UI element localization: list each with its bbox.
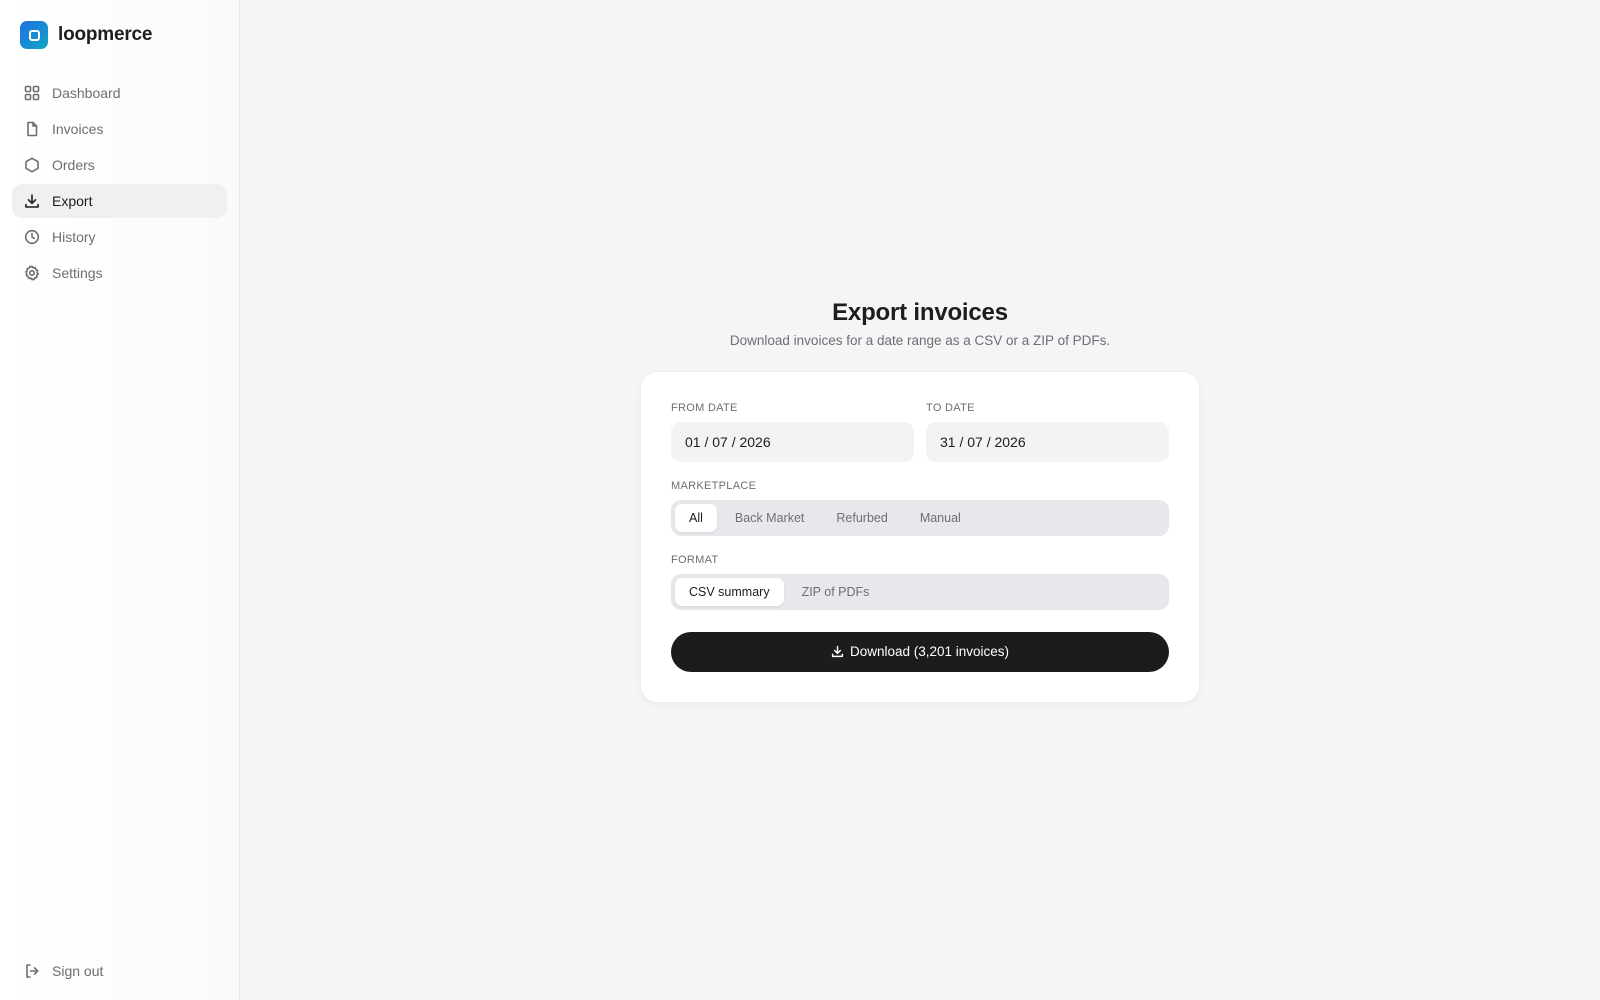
marketplace-option-back-market[interactable]: Back Market: [721, 504, 818, 532]
marketplace-option-manual[interactable]: Manual: [906, 504, 975, 532]
sidebar-item-label: Invoices: [52, 121, 104, 137]
sign-out-button[interactable]: Sign out: [12, 954, 227, 988]
format-label: Format: [671, 553, 719, 566]
sidebar-item-label: History: [52, 229, 96, 245]
sidebar-item-orders[interactable]: Orders: [12, 148, 227, 182]
marketplace-option-all[interactable]: All: [675, 503, 717, 532]
sidebar-item-history[interactable]: History: [12, 220, 227, 254]
box-icon: [24, 157, 40, 173]
from-date-input[interactable]: 01 / 07 / 2026: [671, 421, 914, 462]
export-card: From date 01 / 07 / 2026 To date 31 / 07…: [641, 371, 1199, 702]
marketplace-segmented-control: All Back Market Refurbed Manual: [671, 499, 1169, 536]
format-section: Format CSV summary ZIP of PDFs: [671, 554, 1169, 610]
to-date-input[interactable]: 31 / 07 / 2026: [926, 421, 1169, 462]
brand-name: loopmerce: [58, 24, 153, 45]
sidebar-item-label: Dashboard: [52, 85, 121, 101]
sidebar-item-label: Export: [52, 193, 93, 209]
page-title: Export invoices: [832, 298, 1008, 326]
to-date-label: To date: [926, 401, 975, 414]
clock-icon: [24, 229, 40, 245]
page-subtitle: Download invoices for a date range as a …: [729, 332, 1111, 348]
sidebar-item-label: Orders: [52, 157, 95, 173]
brand-logo-icon: [20, 21, 48, 49]
sign-out-label: Sign out: [52, 963, 104, 979]
marketplace-option-refurbed[interactable]: Refurbed: [822, 504, 901, 532]
sidebar-item-export[interactable]: Export: [12, 184, 227, 218]
sidebar: loopmerce Dashboard Invoices Orders Expo…: [0, 0, 240, 1000]
sidebar-item-settings[interactable]: Settings: [12, 256, 227, 290]
download-icon: [24, 193, 40, 209]
sidebar-item-dashboard[interactable]: Dashboard: [12, 76, 227, 110]
date-range: From date 01 / 07 / 2026 To date 31 / 07…: [671, 402, 1169, 462]
format-segmented-control: CSV summary ZIP of PDFs: [671, 573, 1169, 610]
format-option-zip-of-pdfs[interactable]: ZIP of PDFs: [788, 578, 884, 606]
gear-icon: [24, 265, 40, 281]
main-content: Export invoices Download invoices for a …: [240, 0, 1600, 1000]
sidebar-item-label: Settings: [52, 265, 103, 281]
download-button-label: Download (3,201 invoices): [849, 644, 1010, 659]
download-button[interactable]: Download (3,201 invoices): [671, 631, 1169, 672]
file-icon: [24, 121, 40, 137]
log-out-icon: [24, 963, 40, 979]
format-option-csv-summary[interactable]: CSV summary: [675, 577, 784, 606]
sidebar-nav: Dashboard Invoices Orders Export History…: [12, 76, 227, 290]
brand[interactable]: loopmerce: [12, 0, 227, 70]
download-icon: [831, 645, 844, 658]
marketplace-label: Marketplace: [671, 479, 757, 492]
sidebar-item-invoices[interactable]: Invoices: [12, 112, 227, 146]
from-date-label: From date: [671, 401, 738, 414]
marketplace-section: Marketplace All Back Market Refurbed Man…: [671, 480, 1169, 536]
grid-icon: [24, 85, 40, 101]
app-root: loopmerce Dashboard Invoices Orders Expo…: [0, 0, 1600, 1000]
